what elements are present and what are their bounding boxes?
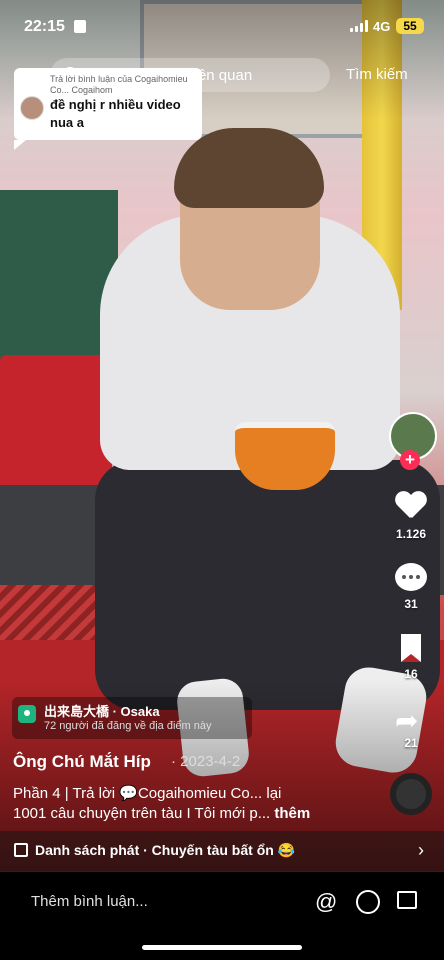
- mention-at-icon[interactable]: @: [315, 889, 337, 915]
- status-time: 22:15: [24, 18, 65, 35]
- author-name[interactable]: Ông Chú Mắt Híp: [13, 752, 151, 772]
- status-bar: 22:15 4G 55: [0, 14, 444, 40]
- music-disc-icon[interactable]: [390, 773, 432, 815]
- comment-bar: Thêm bình luận... @: [0, 872, 444, 960]
- noodle-bowl: [235, 422, 335, 490]
- contact-icon: [74, 20, 86, 33]
- caption-line-1: Phần 4 | Trả lời 💬Cogaihomieu Co... lại: [13, 785, 282, 802]
- like-count: 1.126: [395, 527, 427, 541]
- signal-icon: [350, 20, 368, 32]
- share-count: 21: [404, 736, 418, 750]
- reply-text: đề nghị r nhiều video nua a: [50, 97, 181, 130]
- priority-seat-sign: [0, 355, 112, 490]
- emoji-icon[interactable]: [356, 890, 380, 914]
- battery-indicator: 55: [396, 18, 424, 34]
- post-date: · 2023-4-2: [171, 753, 241, 770]
- follow-plus-icon[interactable]: +: [400, 450, 420, 470]
- like-heart-icon[interactable]: [395, 492, 427, 522]
- network-type: 4G: [373, 19, 391, 34]
- share-arrow-icon[interactable]: ➦: [395, 704, 418, 737]
- playlist-icon: [14, 843, 28, 857]
- chevron-right-icon: ›: [418, 840, 424, 860]
- location-pin-icon: [18, 705, 36, 723]
- see-more-link[interactable]: thêm: [270, 805, 310, 822]
- location-subtitle: 72 người đã đăng về địa điểm này: [44, 720, 212, 732]
- reply-meta: Trả lời bình luận của Cogaihomieu Co... …: [50, 74, 188, 95]
- location-tag[interactable]: 出来島大橋 · Osaka 72 người đã đăng về địa đi…: [12, 697, 252, 739]
- home-indicator: [142, 945, 302, 950]
- caption-text: 1001 câu chuyện trên tàu I Tôi mới p...: [13, 805, 271, 822]
- comment-count: 31: [404, 597, 418, 611]
- search-button[interactable]: Tìm kiếm: [346, 66, 408, 83]
- commenter-avatar: [20, 96, 44, 120]
- gift-icon[interactable]: [397, 891, 417, 909]
- location-name: 出来島大橋 · Osaka: [44, 704, 160, 719]
- bookmark-icon[interactable]: [401, 634, 421, 662]
- comment-input[interactable]: Thêm bình luận...: [31, 893, 148, 910]
- reply-comment-bubble[interactable]: Trả lời bình luận của Cogaihomieu Co... …: [14, 68, 202, 150]
- comment-icon[interactable]: [395, 563, 427, 591]
- playlist-bar[interactable]: Danh sách phát · Chuyến tàu bất ổn 😂 ›: [0, 831, 444, 871]
- save-count: 16: [404, 667, 418, 681]
- playlist-label: Danh sách phát · Chuyến tàu bất ổn 😂: [35, 842, 296, 858]
- caption-line-2[interactable]: 1001 câu chuyện trên tàu I Tôi mới p... …: [13, 805, 383, 822]
- person-hair: [174, 128, 324, 208]
